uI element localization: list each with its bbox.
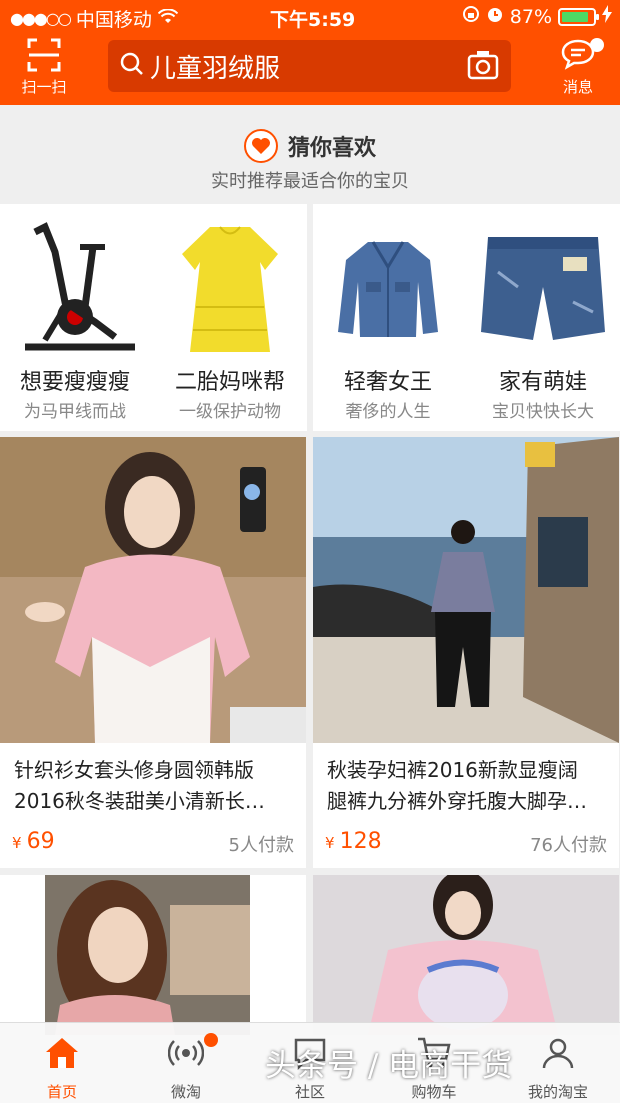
- search-query: 儿童羽绒服: [150, 53, 281, 84]
- guess-title: 猜你喜欢: [287, 136, 376, 161]
- denim-jacket-image: [318, 212, 458, 360]
- product-price: ¥ 128: [325, 829, 382, 854]
- status-right: 87%: [462, 5, 612, 28]
- message-icon: [560, 39, 596, 74]
- search-icon: [120, 52, 144, 80]
- wifi-icon: [157, 7, 179, 30]
- camera-icon[interactable]: [467, 50, 499, 84]
- profile-icon: [540, 1035, 576, 1071]
- category-subtitle: 为马甲线而战: [24, 402, 126, 422]
- product-price: ¥ 69: [12, 829, 55, 854]
- notification-badge: [204, 1033, 218, 1047]
- broadcast-icon: [167, 1035, 205, 1071]
- product-card[interactable]: 秋装孕妇裤2016新款显瘦阔 腿裤九分裤外穿托腹大脚孕… ¥ 128 76人付款: [313, 437, 619, 868]
- exercise-bike-image: [5, 212, 145, 360]
- category-card-right: 轻奢女王 奢侈的人生 家有萌娃 宝贝快快长大: [313, 204, 620, 431]
- scan-label: 扫一扫: [21, 78, 67, 96]
- clock: 下午5:59: [270, 9, 356, 31]
- alarm-icon: [486, 5, 504, 28]
- currency-symbol: ¥: [12, 834, 22, 852]
- battery-percent: 87%: [509, 5, 552, 28]
- battery-fill: [562, 11, 589, 22]
- category-title: 轻奢女王: [343, 370, 432, 395]
- currency-symbol: ¥: [325, 834, 335, 852]
- home-icon: [44, 1035, 80, 1071]
- scan-button[interactable]: 扫一扫: [18, 38, 70, 96]
- category-subtitle: 一级保护动物: [179, 402, 281, 422]
- watermark-text: 头条号 / 电商干货: [265, 1048, 513, 1084]
- category-item[interactable]: 家有萌娃 宝贝快快长大: [468, 204, 618, 431]
- carrier-name: 中国移动: [75, 9, 152, 31]
- product-title: 秋装孕妇裤2016新款显瘦阔 腿裤九分裤外穿托腹大脚孕…: [327, 755, 609, 817]
- search-input[interactable]: 儿童羽绒服: [108, 40, 511, 92]
- product-image: [0, 875, 306, 1035]
- product-image: [313, 875, 619, 1035]
- status-bar: ●●●○○ 中国移动 下午5:59 87%: [0, 0, 620, 34]
- guess-section: 猜你喜欢 实时推荐最适合你的宝贝: [0, 105, 620, 204]
- product-image: [0, 437, 306, 743]
- battery-icon: [558, 7, 599, 26]
- carrier-group: ●●●○○ 中国移动: [10, 5, 179, 32]
- product-image: [313, 437, 619, 743]
- category-title: 家有萌娃: [498, 370, 587, 395]
- guess-title-row: 猜你喜欢: [0, 129, 620, 163]
- category-item[interactable]: 想要瘦瘦瘦 为马甲线而战: [0, 204, 150, 431]
- category-subtitle: 奢侈的人生: [345, 402, 431, 422]
- tab-label: 首页: [46, 1083, 77, 1101]
- product-card[interactable]: [0, 875, 306, 1035]
- scan-icon: [27, 38, 61, 72]
- price-value: 128: [339, 829, 382, 854]
- denim-shorts-image: [473, 212, 613, 360]
- sales-count: 76人付款: [530, 835, 607, 856]
- tab-label: 微淘: [170, 1083, 201, 1101]
- messages-button[interactable]: 消息: [550, 38, 606, 96]
- tab-home[interactable]: 首页: [0, 1023, 124, 1103]
- category-subtitle: 宝贝快快长大: [492, 402, 594, 422]
- product-title-line: 腿裤九分裤外穿托腹大脚孕…: [327, 789, 587, 813]
- message-badge: [590, 38, 604, 52]
- message-label: 消息: [562, 78, 593, 96]
- price-value: 69: [26, 829, 55, 854]
- guess-subtitle: 实时推荐最适合你的宝贝: [211, 171, 409, 192]
- yellow-dress-image: [160, 212, 300, 360]
- product-card[interactable]: 针织衫女套头修身圆领韩版 2016秋冬装甜美小清新长… ¥ 69 5人付款: [0, 437, 306, 868]
- tab-my-taobao[interactable]: 我的淘宝: [496, 1023, 620, 1103]
- product-title-line: 2016秋冬装甜美小清新长…: [14, 789, 265, 813]
- app-header: ●●●○○ 中国移动 下午5:59 87% 扫一扫 儿童羽绒服 消息: [0, 0, 620, 105]
- charging-icon: [602, 5, 612, 28]
- product-title: 针织衫女套头修身圆领韩版 2016秋冬装甜美小清新长…: [14, 755, 296, 817]
- category-title: 二胎妈咪帮: [174, 370, 285, 395]
- product-title-line: 秋装孕妇裤2016新款显瘦阔: [327, 758, 578, 782]
- heart-icon: [243, 129, 278, 163]
- tab-weitao[interactable]: 微淘: [124, 1023, 248, 1103]
- tab-label: 我的淘宝: [527, 1083, 588, 1101]
- category-card-left: 想要瘦瘦瘦 为马甲线而战 二胎妈咪帮 一级保护动物: [0, 204, 307, 431]
- rotation-lock-icon: [462, 5, 480, 28]
- category-item[interactable]: 轻奢女王 奢侈的人生: [313, 204, 463, 431]
- category-item[interactable]: 二胎妈咪帮 一级保护动物: [155, 204, 305, 431]
- product-card[interactable]: [313, 875, 619, 1035]
- signal-icon: ●●●○○: [10, 9, 72, 28]
- product-title-line: 针织衫女套头修身圆领韩版: [14, 758, 254, 782]
- category-title: 想要瘦瘦瘦: [19, 370, 130, 395]
- sales-count: 5人付款: [228, 835, 294, 856]
